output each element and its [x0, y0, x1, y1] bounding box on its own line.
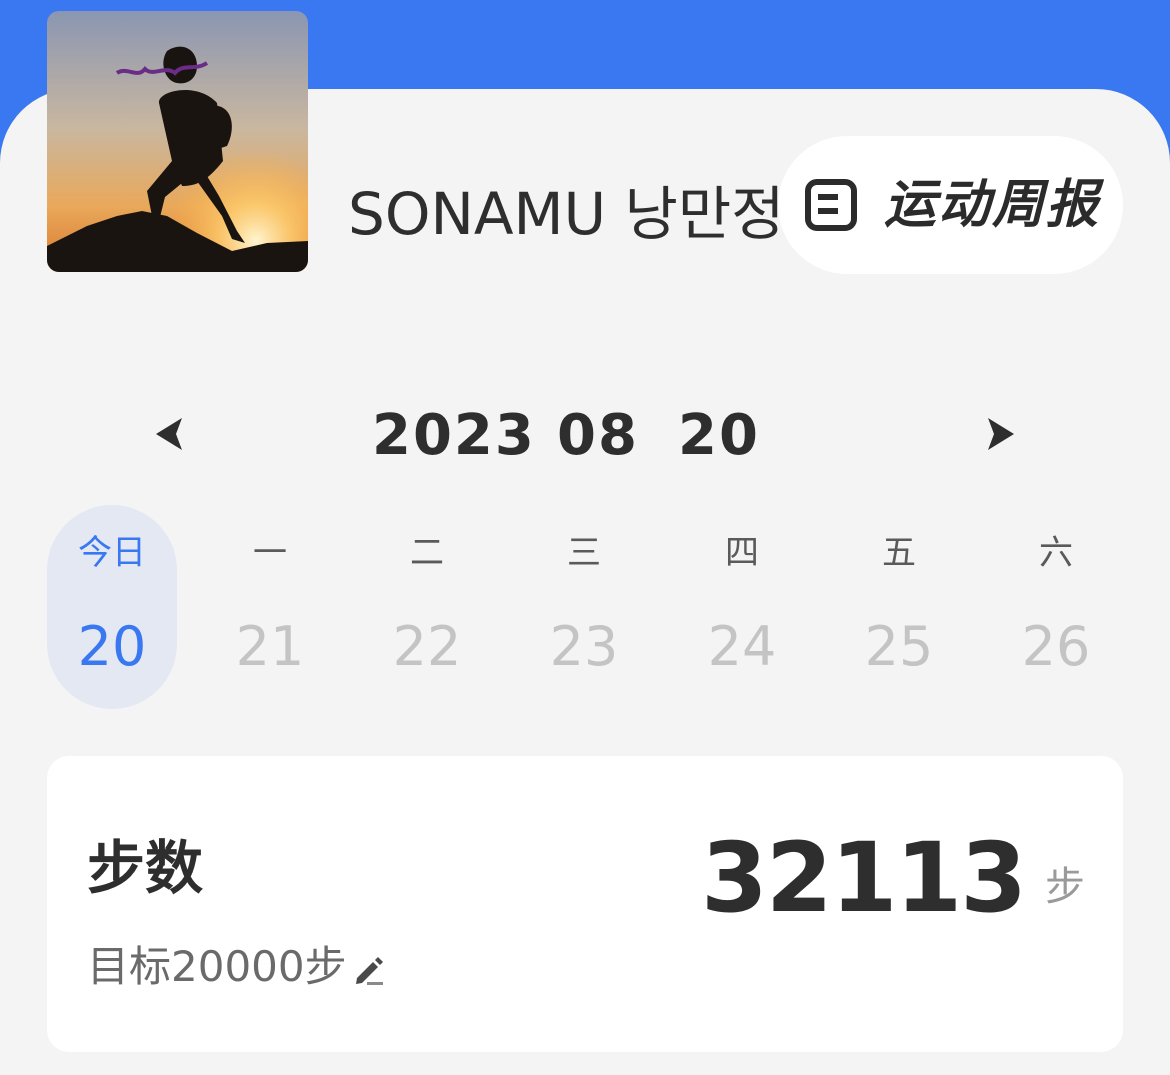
day-item-sat[interactable]: 六 26 — [991, 505, 1121, 709]
weekday-label: 五 — [882, 533, 916, 573]
pencil-icon — [356, 957, 383, 985]
day-number: 23 — [549, 615, 619, 678]
date-month: 08 — [557, 403, 639, 468]
weekday-label: 一 — [253, 533, 287, 573]
date-day: 20 — [678, 403, 760, 468]
username: SONAMU 낭만정 — [348, 180, 785, 248]
day-number: 22 — [392, 615, 462, 678]
day-item-wed[interactable]: 三 23 — [519, 505, 649, 709]
steps-unit: 步 — [1045, 864, 1085, 910]
avatar[interactable] — [47, 11, 308, 272]
prev-date-button[interactable] — [152, 416, 188, 456]
day-item-thu[interactable]: 四 24 — [677, 505, 807, 709]
weekly-report-button[interactable]: 运动周报 — [778, 136, 1123, 274]
weekday-label: 六 — [1039, 533, 1073, 573]
weekday-label: 今日 — [78, 533, 146, 573]
steps-card[interactable]: 步数 目标20000步 32113 步 — [47, 756, 1123, 1052]
weekly-report-label: 运动周报 — [884, 175, 1101, 235]
day-item-today[interactable]: 今日 20 — [47, 505, 177, 709]
day-number: 20 — [77, 615, 147, 678]
steps-value: 32113 — [701, 822, 1027, 934]
day-number: 26 — [1021, 615, 1091, 678]
report-icon — [804, 178, 858, 236]
next-date-button[interactable] — [982, 416, 1018, 456]
day-item-tue[interactable]: 二 22 — [362, 505, 492, 709]
day-number: 25 — [864, 615, 934, 678]
day-item-fri[interactable]: 五 25 — [834, 505, 964, 709]
date-year: 2023 — [372, 403, 536, 468]
weekday-label: 四 — [725, 533, 759, 573]
day-number: 24 — [707, 615, 777, 678]
triangle-right-icon — [988, 418, 1014, 450]
edit-goal-button[interactable] — [351, 952, 387, 992]
weekday-label: 二 — [410, 533, 444, 573]
weekday-label: 三 — [567, 533, 601, 573]
day-number: 21 — [235, 615, 305, 678]
steps-goal: 目标20000步 — [87, 942, 347, 991]
triangle-left-icon — [156, 418, 182, 450]
steps-title: 步数 — [87, 834, 204, 902]
day-item-mon[interactable]: 一 21 — [205, 505, 335, 709]
